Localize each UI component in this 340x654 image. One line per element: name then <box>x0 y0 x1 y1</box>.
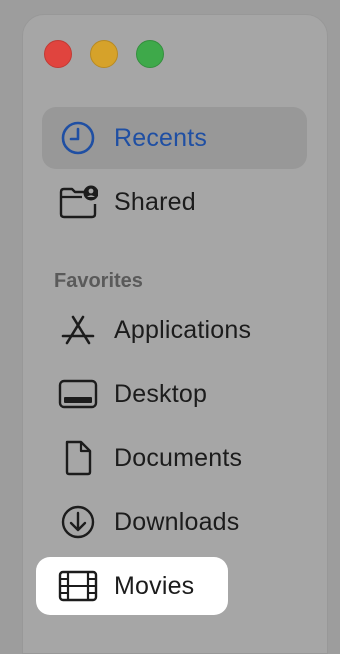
sidebar-item-label: Downloads <box>114 507 240 536</box>
shared-folder-icon <box>58 182 98 222</box>
minimize-button[interactable] <box>90 40 118 68</box>
sidebar-item-documents[interactable]: Documents <box>42 427 307 489</box>
document-icon <box>58 438 98 478</box>
sidebar-item-label: Recents <box>114 123 208 152</box>
sidebar-item-applications[interactable]: Applications <box>42 299 307 361</box>
app-store-icon <box>58 310 98 350</box>
sidebar-item-label: Applications <box>114 315 252 344</box>
sidebar-item-label: Movies <box>114 571 195 600</box>
favorites-section-title: Favorites <box>54 270 143 292</box>
sidebar-item-label: Shared <box>114 187 196 216</box>
sidebar-item-desktop[interactable]: Desktop <box>42 363 307 425</box>
clock-icon <box>58 118 98 158</box>
sidebar-item-recents[interactable]: Recents <box>42 107 307 169</box>
zoom-button[interactable] <box>136 40 164 68</box>
sidebar-item-label: Documents <box>114 443 243 472</box>
film-icon <box>58 566 98 606</box>
close-button[interactable] <box>44 40 72 68</box>
desktop-icon <box>58 374 98 414</box>
sidebar-item-downloads[interactable]: Downloads <box>42 491 307 553</box>
sidebar-item-shared[interactable]: Shared <box>42 171 307 233</box>
download-icon <box>58 502 98 542</box>
sidebar-item-label: Desktop <box>114 379 208 408</box>
sidebar-item-movies[interactable]: Movies <box>36 557 228 615</box>
